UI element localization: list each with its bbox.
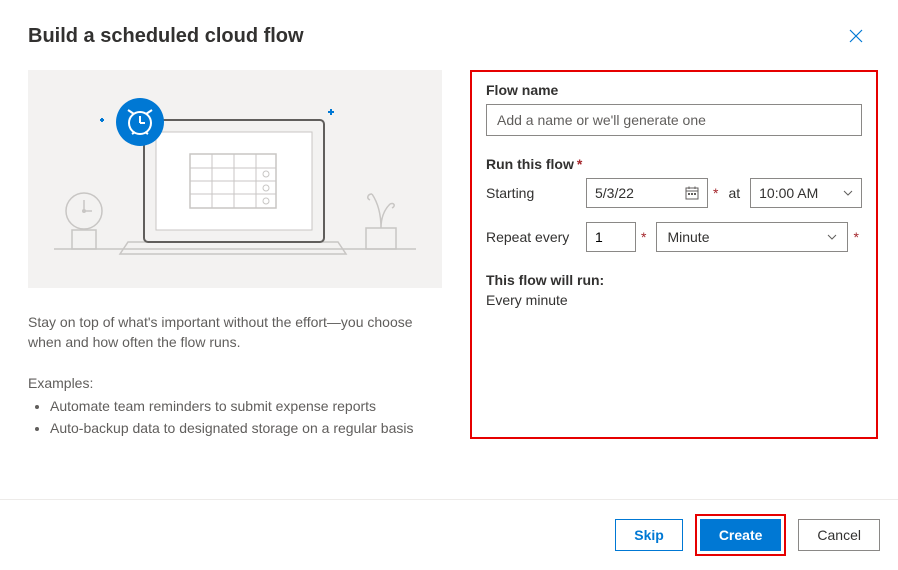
description-text: Stay on top of what's important without …: [28, 312, 442, 353]
list-item: Auto-backup data to designated storage o…: [50, 417, 442, 439]
close-icon: [848, 28, 864, 44]
list-item: Automate team reminders to submit expens…: [50, 395, 442, 417]
starting-label: Starting: [486, 185, 586, 201]
examples-label: Examples:: [28, 375, 442, 391]
illustration: [28, 70, 442, 288]
skip-button[interactable]: Skip: [615, 519, 683, 551]
close-button[interactable]: [842, 22, 870, 50]
repeat-value-input[interactable]: [586, 222, 636, 252]
starting-time-select[interactable]: 10:00 AM: [750, 178, 862, 208]
calendar-icon: [685, 186, 699, 200]
create-highlight: Create: [695, 514, 787, 556]
summary-label: This flow will run:: [486, 272, 862, 288]
form-panel: Flow name Run this flow* Starting 5/3/22…: [470, 70, 878, 439]
flow-name-label: Flow name: [486, 82, 862, 98]
repeat-every-label: Repeat every: [486, 229, 586, 245]
summary-text: Every minute: [486, 292, 862, 308]
cancel-button[interactable]: Cancel: [798, 519, 880, 551]
chevron-down-icon: [827, 232, 837, 242]
create-button[interactable]: Create: [700, 519, 782, 551]
starting-date-input[interactable]: 5/3/22: [586, 178, 708, 208]
dialog-footer: Skip Create Cancel: [0, 499, 898, 570]
chevron-down-icon: [843, 188, 853, 198]
dialog-title: Build a scheduled cloud flow: [28, 25, 304, 48]
repeat-unit-select[interactable]: Minute: [656, 222, 848, 252]
flow-name-input[interactable]: [486, 104, 862, 136]
run-this-flow-label: Run this flow*: [486, 156, 862, 172]
at-label: at: [728, 185, 740, 201]
examples-list: Automate team reminders to submit expens…: [28, 395, 442, 440]
